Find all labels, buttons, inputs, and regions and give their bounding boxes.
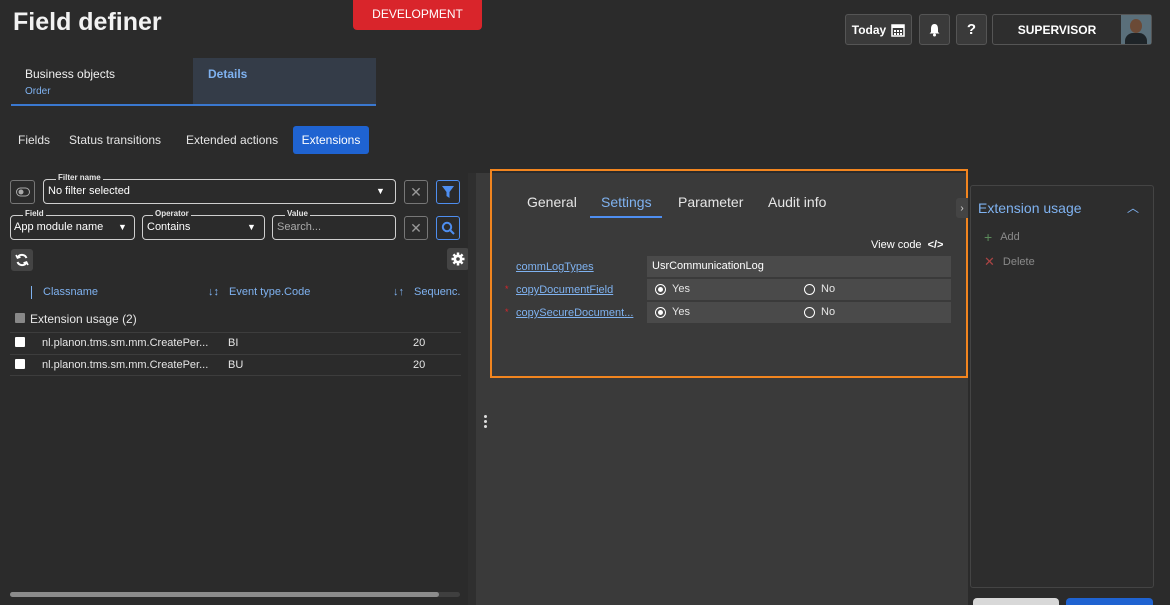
delete-button[interactable]: ✕ Delete (984, 254, 1035, 270)
field-select[interactable]: Field App module name ▼ (10, 209, 135, 240)
column-sequence[interactable]: Sequenc. (414, 286, 460, 298)
sort-icon[interactable]: ↓↕ (208, 286, 219, 298)
tab-business-objects[interactable]: Business objects Order (11, 58, 193, 106)
field-value: App module name (14, 221, 104, 233)
secondary-button[interactable] (973, 598, 1059, 605)
bell-icon (929, 23, 940, 36)
column-classname[interactable]: Classname (43, 286, 98, 298)
delete-label: Delete (1002, 256, 1035, 268)
row-classname: nl.planon.tms.sm.mm.CreatePer... (42, 337, 209, 349)
row-classname: nl.planon.tms.sm.mm.CreatePer... (42, 359, 209, 371)
horizontal-scrollbar[interactable] (10, 592, 439, 597)
filter-button[interactable] (436, 180, 460, 204)
delete-icon: ✕ (984, 254, 995, 269)
notifications-button[interactable] (919, 14, 950, 45)
funnel-icon (442, 186, 454, 198)
filter-toggle[interactable] (10, 180, 35, 204)
plus-icon: + (984, 229, 993, 245)
row-event: BI (228, 337, 239, 349)
calendar-icon (891, 23, 905, 37)
row-event: BU (228, 359, 244, 371)
refresh-icon (15, 253, 29, 267)
page-title: Field definer (13, 8, 162, 36)
add-button[interactable]: + Add (984, 229, 1020, 245)
primary-button[interactable] (1066, 598, 1153, 605)
column-divider (31, 286, 32, 299)
filter-name-value: No filter selected (48, 185, 130, 197)
row-divider (10, 375, 461, 376)
environment-badge: DEVELOPMENT (353, 0, 482, 30)
operator-value: Contains (147, 221, 191, 233)
tabs-underline (11, 104, 376, 106)
close-icon: ✕ (410, 219, 422, 236)
tab-status-transitions[interactable]: Status transitions (69, 133, 161, 147)
chevron-up-icon[interactable]: ︿ (1127, 199, 1139, 216)
tab-extensions[interactable]: Extensions (293, 126, 369, 154)
chevron-down-icon: ▼ (376, 186, 385, 196)
row-sequence: 20 (413, 359, 426, 371)
table-row[interactable]: nl.planon.tms.sm.mm.CreatePer... BU 20 (10, 356, 461, 376)
column-event-type[interactable]: Event type.Code (229, 286, 310, 298)
value-label: Value (285, 209, 310, 218)
chevron-down-icon: ▼ (118, 222, 127, 232)
refresh-button[interactable] (11, 249, 33, 271)
group-checkbox[interactable] (15, 313, 25, 323)
tab-details[interactable]: Details (193, 58, 376, 106)
clear-value-button[interactable]: ✕ (404, 216, 428, 240)
user-menu[interactable]: SUPERVISOR (992, 14, 1152, 45)
row-checkbox[interactable] (15, 359, 25, 369)
today-button[interactable]: Today (845, 14, 912, 45)
tab-business-objects-title: Business objects (25, 67, 116, 81)
operator-label: Operator (153, 209, 191, 218)
extension-usage-panel (970, 185, 1154, 588)
row-divider (10, 332, 461, 333)
field-label: Field (23, 209, 46, 218)
tab-fields[interactable]: Fields (18, 133, 50, 147)
collapse-panel-icon[interactable]: › (956, 198, 968, 218)
user-name: SUPERVISOR (1017, 22, 1097, 37)
clear-filter-button[interactable]: ✕ (404, 180, 428, 204)
tab-details-title: Details (208, 67, 248, 81)
table-settings-button[interactable] (447, 248, 469, 270)
table-row[interactable]: nl.planon.tms.sm.mm.CreatePer... BI 20 (10, 334, 461, 354)
close-icon: ✕ (410, 183, 422, 200)
value-placeholder: Search... (277, 221, 322, 233)
drag-handle-icon[interactable] (484, 415, 488, 430)
tab-business-objects-subtitle: Order (25, 86, 51, 97)
row-divider (10, 354, 461, 355)
row-sequence: 20 (413, 337, 426, 349)
row-checkbox[interactable] (15, 337, 25, 347)
group-label: Extension usage (2) (30, 312, 137, 326)
search-icon (441, 221, 455, 235)
filter-name-label: Filter name (56, 173, 103, 182)
today-label: Today (851, 22, 887, 37)
operator-select[interactable]: Operator Contains ▼ (142, 209, 265, 240)
sort-icon[interactable]: ↓↑ (393, 286, 404, 298)
add-label: Add (1000, 231, 1020, 243)
help-icon: ? (966, 21, 977, 38)
avatar (1121, 15, 1151, 44)
tab-extended-actions[interactable]: Extended actions (186, 133, 278, 147)
help-button[interactable]: ? (956, 14, 987, 45)
value-input[interactable]: Value Search... (272, 209, 396, 240)
filter-name-select[interactable]: Filter name No filter selected ▼ (43, 173, 396, 204)
gear-icon (451, 252, 465, 266)
toggle-icon (15, 187, 30, 197)
highlight-frame (490, 169, 968, 378)
chevron-down-icon: ▼ (247, 222, 256, 232)
extension-usage-title: Extension usage (978, 200, 1082, 216)
search-button[interactable] (436, 216, 460, 240)
